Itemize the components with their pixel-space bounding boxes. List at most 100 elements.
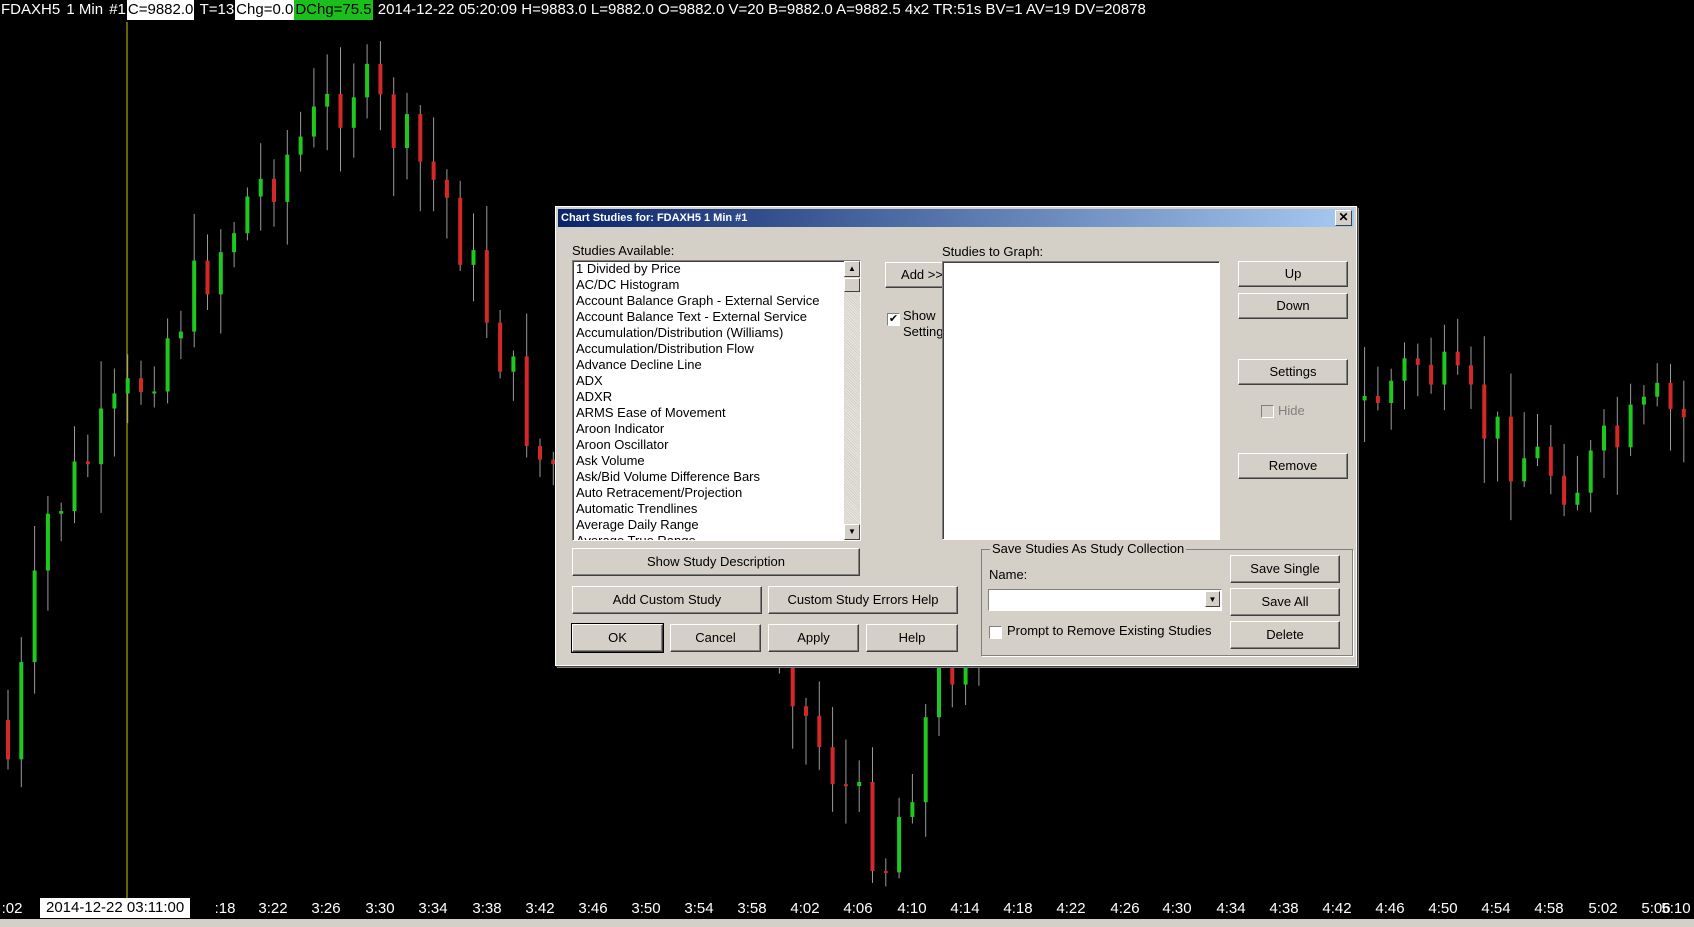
close-icon[interactable]: ✕ bbox=[1335, 210, 1352, 226]
study-list-item[interactable]: Account Balance Text - External Service bbox=[576, 309, 841, 325]
scroll-up-icon[interactable]: ▲ bbox=[844, 261, 860, 277]
study-list-item[interactable]: Accumulation/Distribution Flow bbox=[576, 341, 841, 357]
study-list-item[interactable]: Automatic Trendlines bbox=[576, 501, 841, 517]
candle-body bbox=[139, 378, 143, 393]
prompt-remove-label: Prompt to Remove Existing Studies bbox=[1007, 623, 1212, 638]
time-tick-label: 3:42 bbox=[525, 900, 555, 917]
scroll-thumb[interactable] bbox=[844, 278, 860, 292]
candle-body bbox=[272, 178, 276, 202]
apply-button[interactable]: Apply bbox=[768, 624, 859, 652]
remove-button[interactable]: Remove bbox=[1238, 453, 1348, 479]
candle-body bbox=[245, 196, 250, 234]
candlestick bbox=[1548, 425, 1553, 495]
candle-body bbox=[418, 114, 423, 162]
horizontal-scrollbar[interactable] bbox=[0, 919, 1694, 927]
time-tick-label: 4:50 bbox=[1428, 900, 1458, 917]
cancel-button[interactable]: Cancel bbox=[670, 624, 761, 652]
study-list-item[interactable]: AC/DC Histogram bbox=[576, 277, 841, 293]
time-tick-label: 5:10 bbox=[1661, 900, 1691, 917]
save-all-button[interactable]: Save All bbox=[1230, 588, 1340, 616]
candlestick bbox=[232, 222, 237, 268]
ok-button[interactable]: OK bbox=[571, 623, 664, 653]
study-list-item[interactable]: ARMS Ease of Movement bbox=[576, 405, 841, 421]
show-study-description-button[interactable]: Show Study Description bbox=[572, 548, 860, 576]
move-down-button[interactable]: Down bbox=[1238, 293, 1348, 319]
delete-button[interactable]: Delete bbox=[1230, 621, 1340, 649]
candlestick bbox=[139, 360, 143, 405]
candle-body bbox=[19, 662, 24, 760]
study-list-item[interactable]: Ask Volume bbox=[576, 453, 841, 469]
candlestick bbox=[1615, 396, 1620, 495]
study-list-item[interactable]: Advance Decline Line bbox=[576, 357, 841, 373]
settings-button[interactable]: Settings bbox=[1238, 359, 1348, 385]
studies-list-scrollbar[interactable]: ▲ ▼ bbox=[844, 261, 860, 540]
candle-body bbox=[1455, 351, 1460, 366]
candlestick bbox=[870, 747, 875, 883]
study-list-item[interactable]: ADX bbox=[576, 373, 841, 389]
candle-body bbox=[338, 93, 343, 128]
candle-body bbox=[152, 391, 157, 394]
scroll-down-icon[interactable]: ▼ bbox=[844, 524, 860, 540]
candle-body bbox=[112, 393, 117, 409]
add-custom-study-button[interactable]: Add Custom Study bbox=[572, 586, 762, 614]
candlestick bbox=[1429, 337, 1434, 394]
study-list-item[interactable]: Accumulation/Distribution (Williams) bbox=[576, 325, 841, 341]
candlestick bbox=[165, 318, 170, 404]
study-list-item[interactable]: Aroon Indicator bbox=[576, 421, 841, 437]
candlestick bbox=[85, 434, 90, 478]
show-settings-checkbox[interactable]: ✔ bbox=[887, 313, 900, 326]
candlestick bbox=[458, 180, 463, 271]
custom-study-errors-help-button[interactable]: Custom Study Errors Help bbox=[768, 586, 958, 614]
name-label: Name: bbox=[989, 567, 1028, 582]
time-tick-label: 4:26 bbox=[1110, 900, 1140, 917]
prompt-remove-checkbox[interactable] bbox=[989, 626, 1002, 639]
time-tick-label: 3:34 bbox=[418, 900, 448, 917]
candlestick bbox=[245, 187, 250, 241]
study-list-item[interactable]: Average True Range bbox=[576, 533, 841, 540]
help-button[interactable]: Help bbox=[866, 624, 958, 652]
candlestick bbox=[1375, 366, 1380, 411]
candle-body bbox=[1469, 365, 1473, 385]
candlestick bbox=[1482, 336, 1487, 483]
study-list-item[interactable]: ADXR bbox=[576, 389, 841, 405]
candle-body bbox=[311, 106, 316, 137]
candlestick bbox=[817, 681, 822, 770]
candlestick bbox=[1508, 373, 1513, 521]
candlestick bbox=[205, 234, 210, 311]
candlestick bbox=[272, 159, 276, 227]
study-list-item[interactable]: Auto Retracement/Projection bbox=[576, 485, 841, 501]
candle-body bbox=[511, 356, 516, 372]
studies-to-graph-list[interactable] bbox=[942, 261, 1220, 540]
save-single-button[interactable]: Save Single bbox=[1230, 555, 1340, 583]
candlestick bbox=[258, 143, 263, 231]
candle-body bbox=[1522, 458, 1527, 482]
study-list-item[interactable]: Average Daily Range bbox=[576, 517, 841, 533]
studies-available-list[interactable]: 1 Divided by Price AC/DC Histogram Account… bbox=[572, 260, 861, 541]
candle-body bbox=[391, 94, 396, 149]
study-list-item[interactable]: Ask/Bid Volume Difference Bars bbox=[576, 469, 841, 485]
move-up-button[interactable]: Up bbox=[1238, 261, 1348, 287]
collection-name-combo[interactable]: ▼ bbox=[988, 589, 1222, 611]
candle-body bbox=[937, 661, 941, 718]
candlestick bbox=[1588, 440, 1593, 513]
study-list-item[interactable]: Account Balance Graph - External Service bbox=[576, 293, 841, 309]
close-price-label: C=9882.0 bbox=[126, 0, 195, 20]
candlestick bbox=[804, 697, 808, 765]
chart-studies-dialog: Chart Studies for: FDAXH5 1 Min #1 ✕ Stu… bbox=[555, 206, 1357, 666]
candlestick bbox=[365, 44, 370, 119]
candle-body bbox=[1402, 358, 1407, 381]
candlestick bbox=[1668, 363, 1673, 451]
chevron-down-icon[interactable]: ▼ bbox=[1205, 591, 1220, 607]
interval-label: 1 Min bbox=[66, 1, 104, 18]
dialog-title: Chart Studies for: FDAXH5 1 Min #1 bbox=[561, 212, 748, 224]
candle-body bbox=[804, 706, 808, 716]
candle-body bbox=[870, 781, 875, 872]
candlestick bbox=[538, 438, 542, 478]
study-list-item[interactable]: 1 Divided by Price bbox=[576, 261, 841, 277]
candlestick bbox=[351, 63, 356, 158]
dialog-titlebar[interactable]: Chart Studies for: FDAXH5 1 Min #1 ✕ bbox=[558, 209, 1354, 227]
candlestick bbox=[1602, 409, 1606, 478]
study-list-item[interactable]: Aroon Oscillator bbox=[576, 437, 841, 453]
candlestick bbox=[1522, 412, 1527, 488]
candle-body bbox=[1548, 446, 1553, 476]
